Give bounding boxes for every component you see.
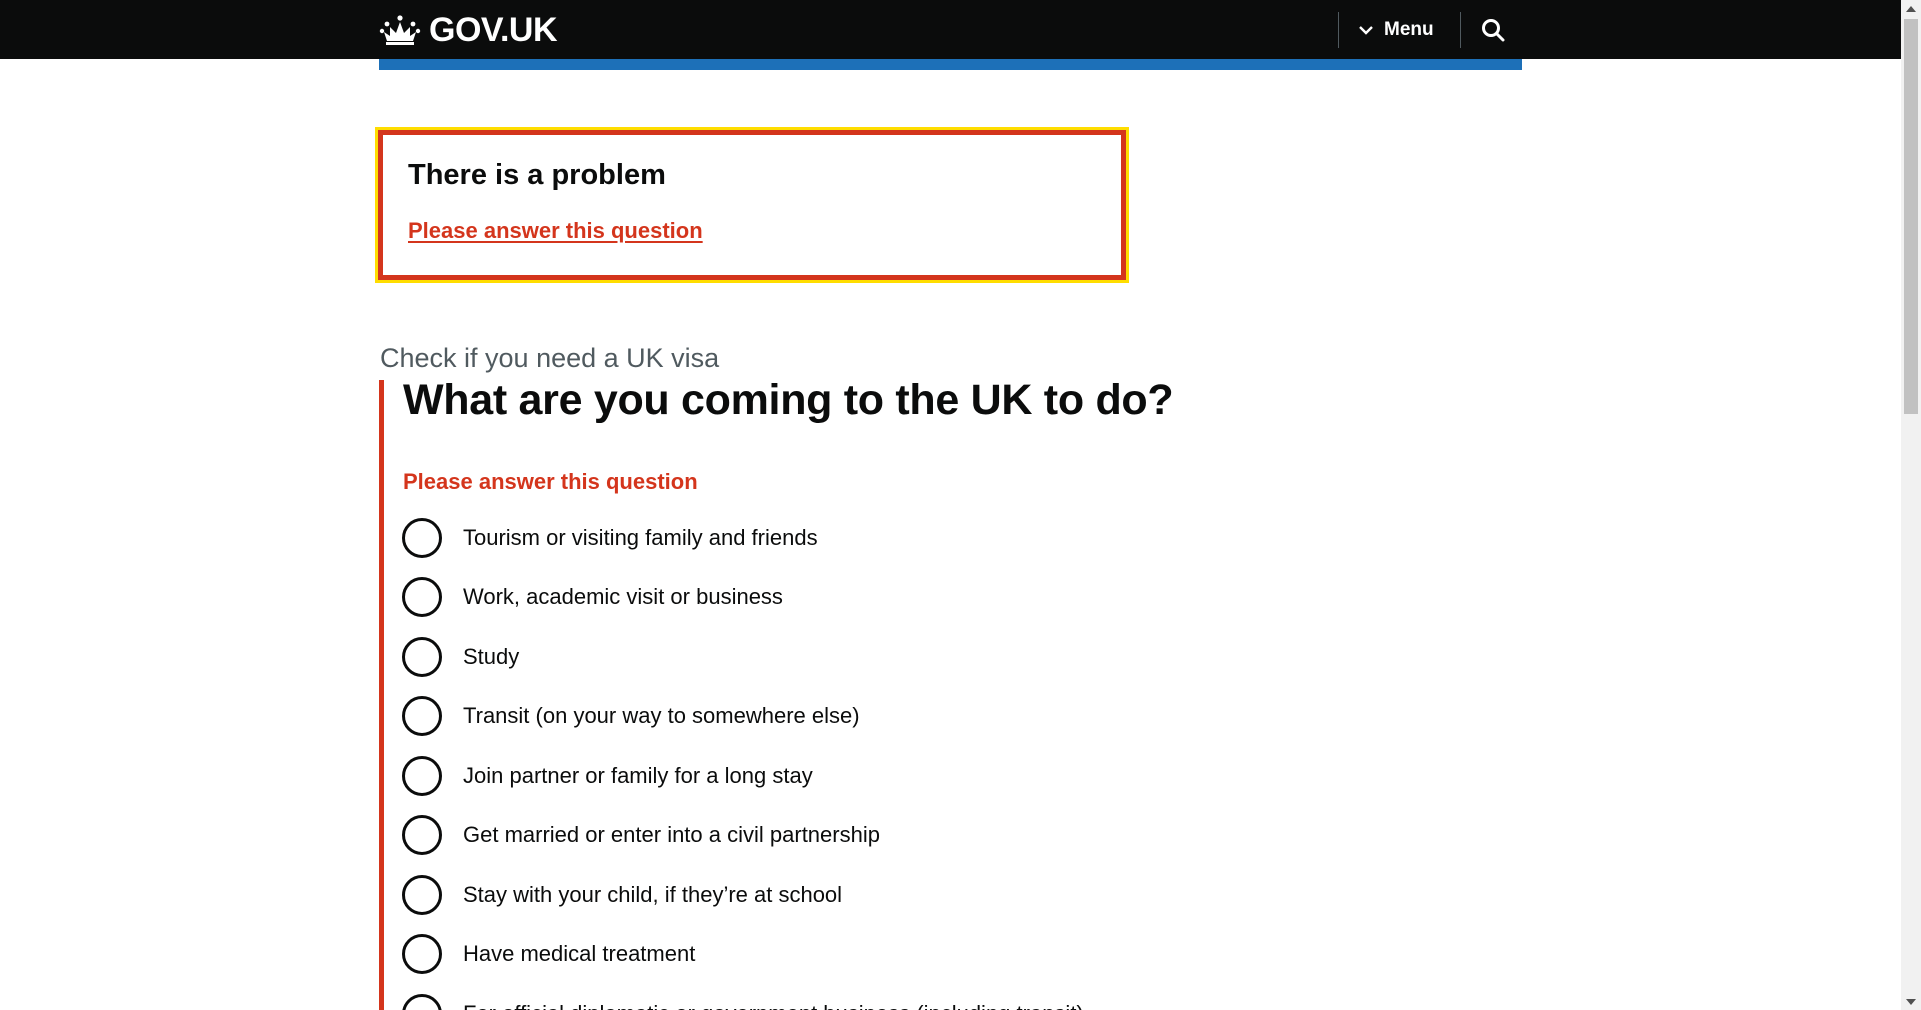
radio-label[interactable]: Get married or enter into a civil partne… xyxy=(463,822,880,848)
radio-button[interactable] xyxy=(402,518,442,558)
scroll-up-arrow-icon[interactable] xyxy=(1901,0,1921,17)
search-icon xyxy=(1482,19,1505,42)
radio-label[interactable]: Study xyxy=(463,644,519,670)
radio-label[interactable]: Stay with your child, if they’re at scho… xyxy=(463,882,842,908)
site-header: GOV.UK Menu xyxy=(0,0,1901,59)
radio-button[interactable] xyxy=(402,577,442,617)
radio-option-marriage[interactable]: Get married or enter into a civil partne… xyxy=(402,811,880,859)
radio-option-study[interactable]: Study xyxy=(402,633,519,681)
radio-label[interactable]: Have medical treatment xyxy=(463,941,695,967)
form-group-error-bar xyxy=(379,380,384,1010)
question-heading: What are you coming to the UK to do? xyxy=(403,376,1174,424)
govuk-logo-link[interactable]: GOV.UK xyxy=(379,10,558,50)
radio-button[interactable] xyxy=(402,934,442,974)
page: GOV.UK Menu There is a problem Please an… xyxy=(0,0,1921,1010)
page-caption: Check if you need a UK visa xyxy=(380,343,720,373)
radio-option-work[interactable]: Work, academic visit or business xyxy=(402,573,783,621)
error-summary-link[interactable]: Please answer this question xyxy=(408,218,703,244)
menu-button[interactable]: Menu xyxy=(1358,14,1434,46)
search-button[interactable] xyxy=(1477,14,1509,46)
radio-option-child-school[interactable]: Stay with your child, if they’re at scho… xyxy=(402,871,842,919)
radio-label[interactable]: Transit (on your way to somewhere else) xyxy=(463,703,860,729)
radio-option-join-family[interactable]: Join partner or family for a long stay xyxy=(402,752,813,800)
radio-option-transit[interactable]: Transit (on your way to somewhere else) xyxy=(402,692,860,740)
scrollbar-thumb[interactable] xyxy=(1904,19,1918,414)
radio-option-medical[interactable]: Have medical treatment xyxy=(402,930,695,978)
radio-button[interactable] xyxy=(402,875,442,915)
radio-label[interactable]: Tourism or visiting family and friends xyxy=(463,525,818,551)
scroll-down-arrow-icon[interactable] xyxy=(1901,993,1921,1010)
radio-button[interactable] xyxy=(402,815,442,855)
chevron-down-icon xyxy=(1359,26,1373,35)
crown-icon xyxy=(379,15,421,45)
radio-button[interactable] xyxy=(402,756,442,796)
menu-label: Menu xyxy=(1384,19,1434,40)
error-summary: There is a problem Please answer this qu… xyxy=(375,127,1129,283)
radio-label[interactable]: Join partner or family for a long stay xyxy=(463,763,813,789)
radio-option-tourism[interactable]: Tourism or visiting family and friends xyxy=(402,514,818,562)
radio-button[interactable] xyxy=(402,994,442,1010)
radio-label[interactable]: Work, academic visit or business xyxy=(463,584,783,610)
radio-button[interactable] xyxy=(402,696,442,736)
header-accent-bar xyxy=(379,59,1522,70)
field-error-message: Please answer this question xyxy=(403,469,698,494)
vertical-scrollbar[interactable] xyxy=(1901,0,1921,1010)
radio-label[interactable]: For official diplomatic or government bu… xyxy=(463,1001,1084,1010)
radio-button[interactable] xyxy=(402,637,442,677)
logo-text: GOV.UK xyxy=(429,11,558,49)
header-divider xyxy=(1338,12,1339,48)
error-summary-title: There is a problem xyxy=(408,159,666,191)
header-divider xyxy=(1460,12,1461,48)
radio-option-diplomatic[interactable]: For official diplomatic or government bu… xyxy=(402,990,1084,1010)
